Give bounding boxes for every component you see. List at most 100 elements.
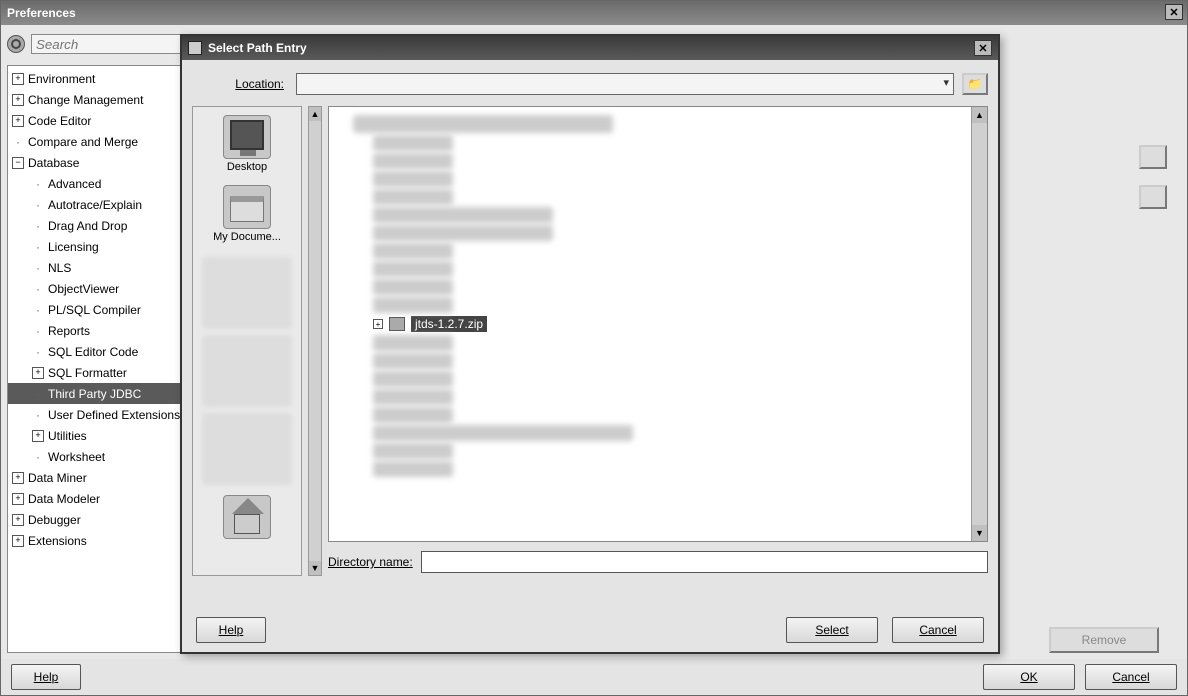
file-blur bbox=[373, 279, 453, 295]
tree-item-pl-sql-compiler[interactable]: PL/SQL Compiler bbox=[8, 299, 184, 320]
dialog-body: Location: 📁 Desktop My Docume... bbox=[182, 60, 998, 608]
directory-name-input[interactable] bbox=[421, 551, 988, 573]
file-list-panel[interactable]: + jtds-1.2.7.zip ▲ bbox=[328, 106, 988, 542]
tree-item-label: Advanced bbox=[48, 177, 101, 191]
tree-item-sql-editor-code[interactable]: SQL Editor Code bbox=[8, 341, 184, 362]
scroll-up-icon[interactable]: ▲ bbox=[972, 107, 987, 123]
expand-toggle-icon[interactable]: + bbox=[373, 319, 383, 329]
place-desktop[interactable]: Desktop bbox=[195, 111, 299, 181]
search-icon bbox=[7, 35, 25, 53]
tree-item-label: Drag And Drop bbox=[48, 219, 127, 233]
move-up-button[interactable] bbox=[1139, 145, 1167, 169]
category-tree[interactable]: +Environment+Change Management+Code Edit… bbox=[7, 65, 185, 653]
tree-toggle-icon[interactable]: − bbox=[12, 157, 24, 169]
file-scrollbar[interactable]: ▲ ▼ bbox=[971, 107, 987, 541]
file-blur bbox=[373, 425, 633, 441]
scroll-down-icon[interactable]: ▼ bbox=[972, 525, 987, 541]
tree-item-worksheet[interactable]: Worksheet bbox=[8, 446, 184, 467]
file-blur bbox=[373, 335, 453, 351]
tree-toggle-icon[interactable]: + bbox=[12, 514, 24, 526]
tree-item-advanced[interactable]: Advanced bbox=[8, 173, 184, 194]
tree-toggle-icon[interactable]: + bbox=[12, 115, 24, 127]
tree-toggle-icon[interactable]: + bbox=[32, 430, 44, 442]
tree-toggle-icon[interactable]: + bbox=[12, 472, 24, 484]
tree-item-nls[interactable]: NLS bbox=[8, 257, 184, 278]
preferences-close-button[interactable]: ✕ bbox=[1165, 4, 1183, 20]
tree-item-third-party-jdbc[interactable]: Third Party JDBC bbox=[8, 383, 184, 404]
places-scrollbar[interactable]: ▲ ▼ bbox=[308, 106, 322, 576]
tree-item-change-management[interactable]: +Change Management bbox=[8, 89, 184, 110]
tree-item-objectviewer[interactable]: ObjectViewer bbox=[8, 278, 184, 299]
tree-item-label: Database bbox=[28, 156, 79, 170]
dialog-footer: Help Select Cancel bbox=[182, 608, 998, 652]
file-blur bbox=[373, 353, 453, 369]
pref-ok-button[interactable]: OK bbox=[983, 664, 1075, 690]
tree-leaf-icon bbox=[32, 325, 44, 337]
tree-leaf-icon bbox=[32, 178, 44, 190]
scroll-down-icon[interactable]: ▼ bbox=[309, 561, 321, 575]
file-blur bbox=[373, 389, 453, 405]
tree-item-compare-and-merge[interactable]: Compare and Merge bbox=[8, 131, 184, 152]
place-blurred-1[interactable] bbox=[202, 257, 292, 329]
file-blur bbox=[373, 225, 553, 241]
scroll-up-icon[interactable]: ▲ bbox=[309, 107, 321, 121]
tree-item-licensing[interactable]: Licensing bbox=[8, 236, 184, 257]
tree-item-label: Extensions bbox=[28, 534, 87, 548]
tree-toggle-icon[interactable]: + bbox=[12, 94, 24, 106]
dialog-icon bbox=[188, 41, 202, 55]
file-blur bbox=[353, 115, 613, 133]
tree-item-debugger[interactable]: +Debugger bbox=[8, 509, 184, 530]
tree-item-autotrace-explain[interactable]: Autotrace/Explain bbox=[8, 194, 184, 215]
tree-item-code-editor[interactable]: +Code Editor bbox=[8, 110, 184, 131]
tree-leaf-icon bbox=[32, 283, 44, 295]
tree-item-label: ObjectViewer bbox=[48, 282, 119, 296]
tree-toggle-icon[interactable]: + bbox=[12, 493, 24, 505]
place-mydocs[interactable]: My Docume... bbox=[195, 181, 299, 251]
remove-button[interactable]: Remove bbox=[1049, 627, 1159, 653]
tree-leaf-icon bbox=[32, 388, 44, 400]
dialog-select-button[interactable]: Select bbox=[786, 617, 878, 643]
zip-file-icon bbox=[389, 317, 405, 331]
tree-toggle-icon[interactable]: + bbox=[12, 73, 24, 85]
go-up-button[interactable]: 📁 bbox=[962, 73, 988, 95]
place-blurred-3[interactable] bbox=[202, 413, 292, 485]
tree-item-label: Third Party JDBC bbox=[48, 387, 141, 401]
tree-item-extensions[interactable]: + Extensions bbox=[8, 530, 184, 551]
tree-item-environment[interactable]: +Environment bbox=[8, 68, 184, 89]
chooser-main: Desktop My Docume... ▲ ▼ bbox=[192, 106, 988, 576]
tree-item-drag-and-drop[interactable]: Drag And Drop bbox=[8, 215, 184, 236]
selected-file-row[interactable]: + jtds-1.2.7.zip bbox=[373, 315, 983, 333]
move-down-button[interactable] bbox=[1139, 185, 1167, 209]
tree-item-database[interactable]: −Database bbox=[8, 152, 184, 173]
tree-toggle-icon[interactable]: + bbox=[32, 367, 44, 379]
tree-item-label: User Defined Extensions bbox=[48, 408, 180, 422]
tree-item-data-modeler[interactable]: +Data Modeler bbox=[8, 488, 184, 509]
tree-toggle-icon[interactable]: + bbox=[12, 535, 24, 547]
file-blur bbox=[373, 135, 453, 151]
place-home[interactable] bbox=[195, 491, 299, 547]
tree-item-reports[interactable]: Reports bbox=[8, 320, 184, 341]
dialog-title: Select Path Entry bbox=[208, 41, 307, 55]
tree-leaf-icon bbox=[32, 241, 44, 253]
dialog-titlebar[interactable]: Select Path Entry ✕ bbox=[182, 36, 998, 60]
location-combo[interactable] bbox=[296, 73, 954, 95]
tree-item-label: Autotrace/Explain bbox=[48, 198, 142, 212]
file-blur bbox=[373, 243, 453, 259]
tree-item-data-miner[interactable]: +Data Miner bbox=[8, 467, 184, 488]
dialog-help-button[interactable]: Help bbox=[196, 617, 266, 643]
tree-item-utilities[interactable]: +Utilities bbox=[8, 425, 184, 446]
location-row: Location: 📁 bbox=[192, 70, 988, 98]
file-blur bbox=[373, 171, 453, 187]
dialog-cancel-button[interactable]: Cancel bbox=[892, 617, 984, 643]
tree-item-sql-formatter[interactable]: +SQL Formatter bbox=[8, 362, 184, 383]
place-blurred-2[interactable] bbox=[202, 335, 292, 407]
dialog-close-button[interactable]: ✕ bbox=[974, 40, 992, 56]
file-blur bbox=[373, 443, 453, 459]
folder-up-icon: 📁 bbox=[968, 77, 983, 91]
preferences-titlebar: Preferences ✕ bbox=[1, 1, 1187, 25]
tree-item-user-defined-extensions[interactable]: User Defined Extensions bbox=[8, 404, 184, 425]
file-blur bbox=[373, 297, 453, 313]
pref-help-button[interactable]: Help bbox=[11, 664, 81, 690]
tree-item-label: PL/SQL Compiler bbox=[48, 303, 141, 317]
pref-cancel-button[interactable]: Cancel bbox=[1085, 664, 1177, 690]
